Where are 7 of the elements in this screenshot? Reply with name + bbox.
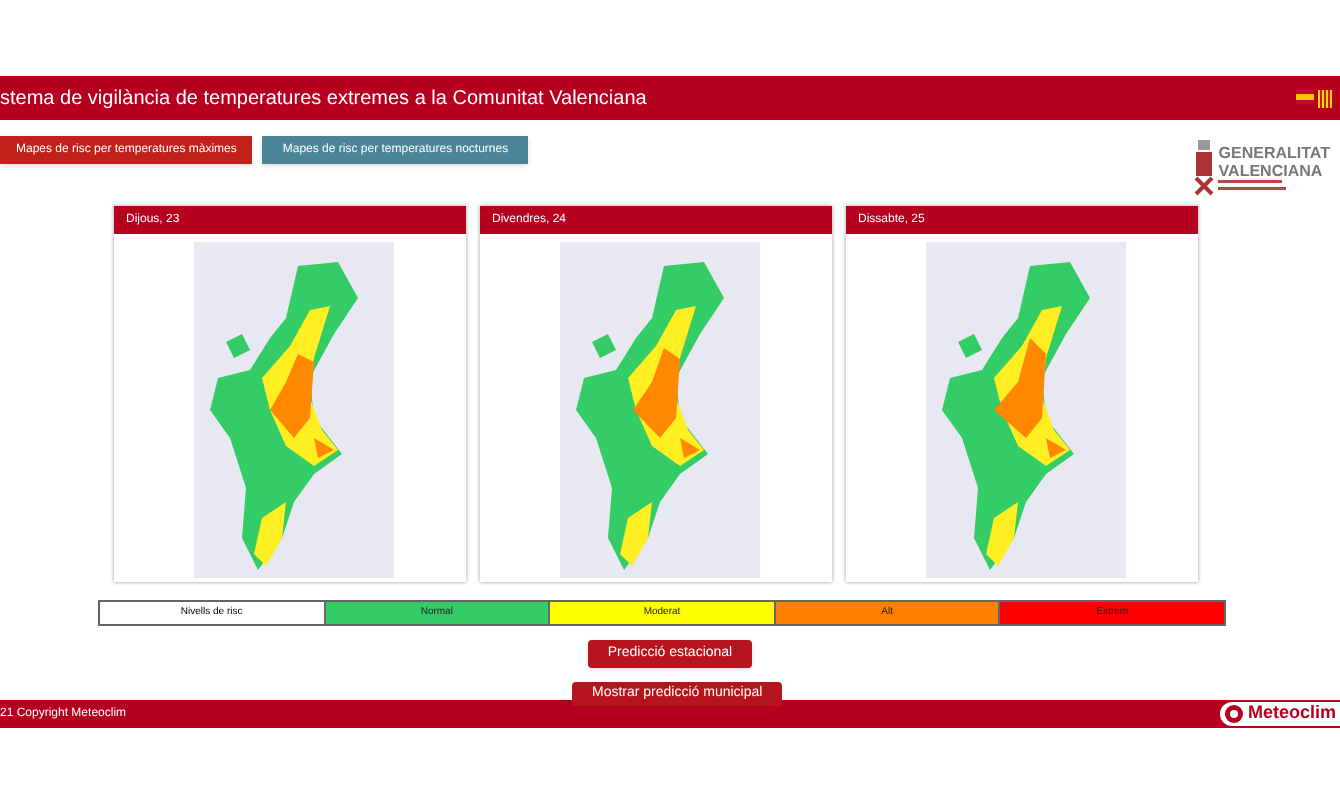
logo-text: VALENCIANA [1218, 162, 1325, 180]
logo-text: GENERALITAT [1218, 144, 1330, 162]
brand-name: Meteoclim [1247, 700, 1336, 727]
logo-subtitle-icon [1218, 180, 1287, 192]
valencian-flag-icon[interactable] [1318, 89, 1332, 107]
spanish-flag-icon[interactable] [1296, 89, 1314, 103]
page-title: stema de vigilància de temperatures extremes a la Comunitat Valenciana [0, 85, 647, 113]
